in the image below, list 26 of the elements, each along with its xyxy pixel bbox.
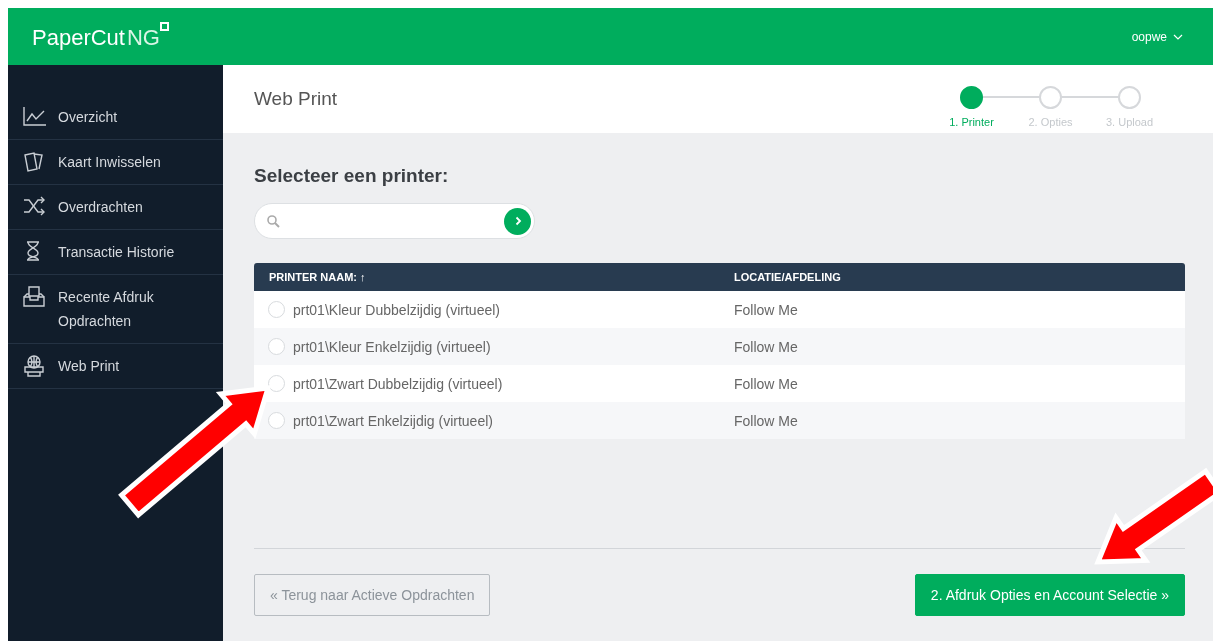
- radio-button[interactable]: [268, 338, 285, 355]
- radio-button[interactable]: [268, 375, 285, 392]
- column-header: LOCATIE/AFDELING: [719, 263, 1185, 291]
- search-field[interactable]: [254, 203, 535, 239]
- table-cell: Follow Me: [719, 365, 1185, 402]
- line-chart-icon: [22, 105, 46, 129]
- section-heading: Selecteer een printer:: [254, 165, 450, 187]
- printer-name: prt01\Kleur Enkelzijdig (virtueel): [293, 338, 491, 355]
- column-header[interactable]: PRINTER NAAM: ↑: [254, 263, 719, 291]
- table-cell: Follow Me: [719, 328, 1185, 365]
- printer-name: prt01\Zwart Dubbelzijdig (virtueel): [293, 375, 503, 392]
- printer-name: prt01\Kleur Dubbelzijdig (virtueel): [293, 301, 500, 318]
- page-title: Web Print: [254, 88, 338, 110]
- cards-icon: [22, 150, 46, 174]
- chevron-down-icon: [1173, 33, 1183, 40]
- logo: PaperCutNG: [32, 21, 169, 52]
- table-cell: Follow Me: [719, 291, 1185, 328]
- search-go-button[interactable]: [504, 207, 531, 235]
- table-cell: Follow Me: [719, 402, 1185, 439]
- search-icon: [267, 214, 280, 228]
- sidebar-item[interactable]: Web Print: [8, 344, 223, 389]
- radio-button[interactable]: [268, 301, 285, 318]
- globe-printer-icon: [22, 354, 46, 378]
- inbox-tray-icon: [22, 285, 46, 309]
- radio-button[interactable]: [268, 412, 285, 429]
- printer-name: prt01\Zwart Enkelzijdig (virtueel): [293, 412, 493, 429]
